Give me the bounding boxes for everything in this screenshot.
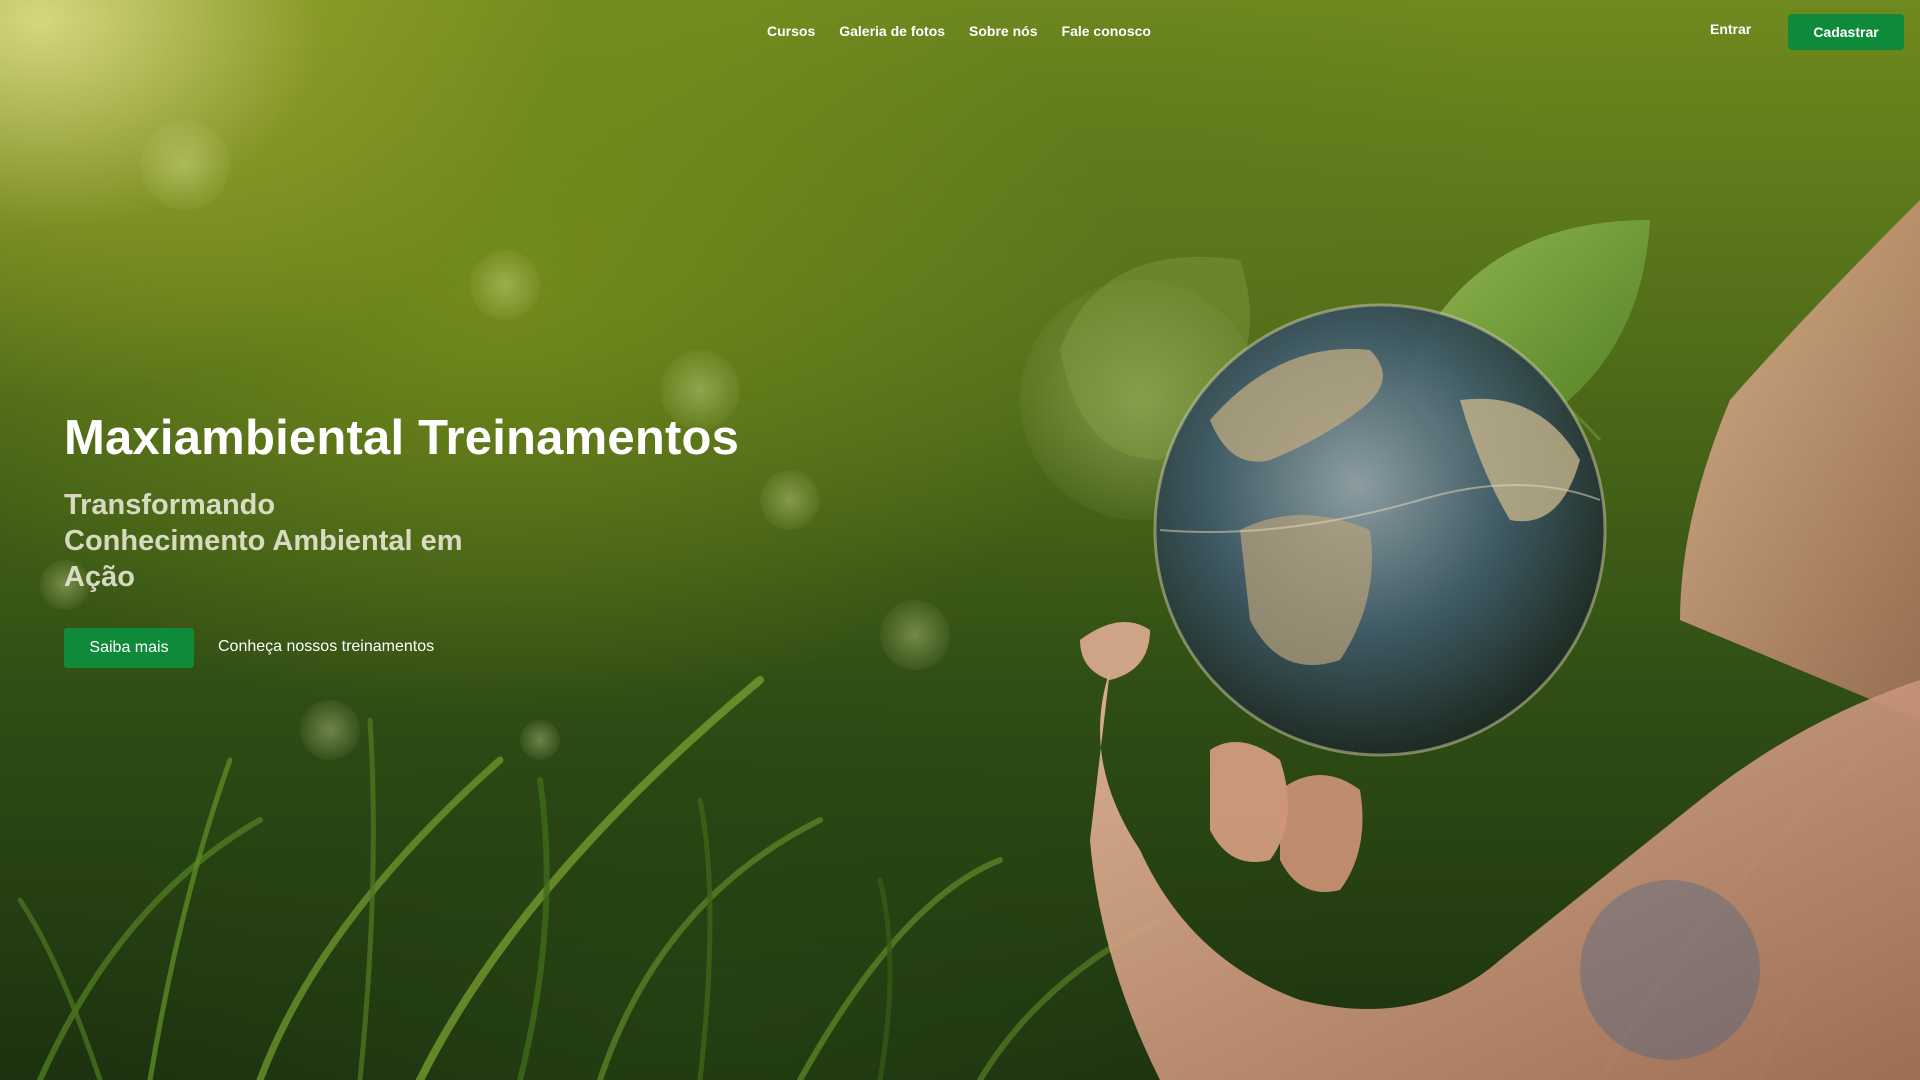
nav-links: Cursos Galeria de fotos Sobre nós Fale c… [767, 23, 1151, 39]
trainings-link[interactable]: Conheça nossos treinamentos [218, 638, 434, 656]
signup-button[interactable]: Cadastrar [1788, 14, 1904, 50]
nav-link-sobre-nos[interactable]: Sobre nós [969, 23, 1037, 39]
hero-title: Maxiambiental Treinamentos [64, 411, 740, 465]
learn-more-button[interactable]: Saiba mais [64, 628, 194, 668]
nav-link-fale-conosco[interactable]: Fale conosco [1062, 23, 1151, 39]
nav-link-cursos[interactable]: Cursos [767, 23, 815, 39]
top-navigation: Cursos Galeria de fotos Sobre nós Fale c… [0, 0, 1920, 66]
nav-link-galeria-de-fotos[interactable]: Galeria de fotos [839, 23, 945, 39]
hero-subtitle: Transformando Conhecimento Ambiental em … [64, 489, 463, 593]
globe-in-hands-image [1060, 200, 1920, 1080]
login-link[interactable]: Entrar [1710, 21, 1751, 37]
hero-section: Cursos Galeria de fotos Sobre nós Fale c… [0, 0, 1920, 1080]
